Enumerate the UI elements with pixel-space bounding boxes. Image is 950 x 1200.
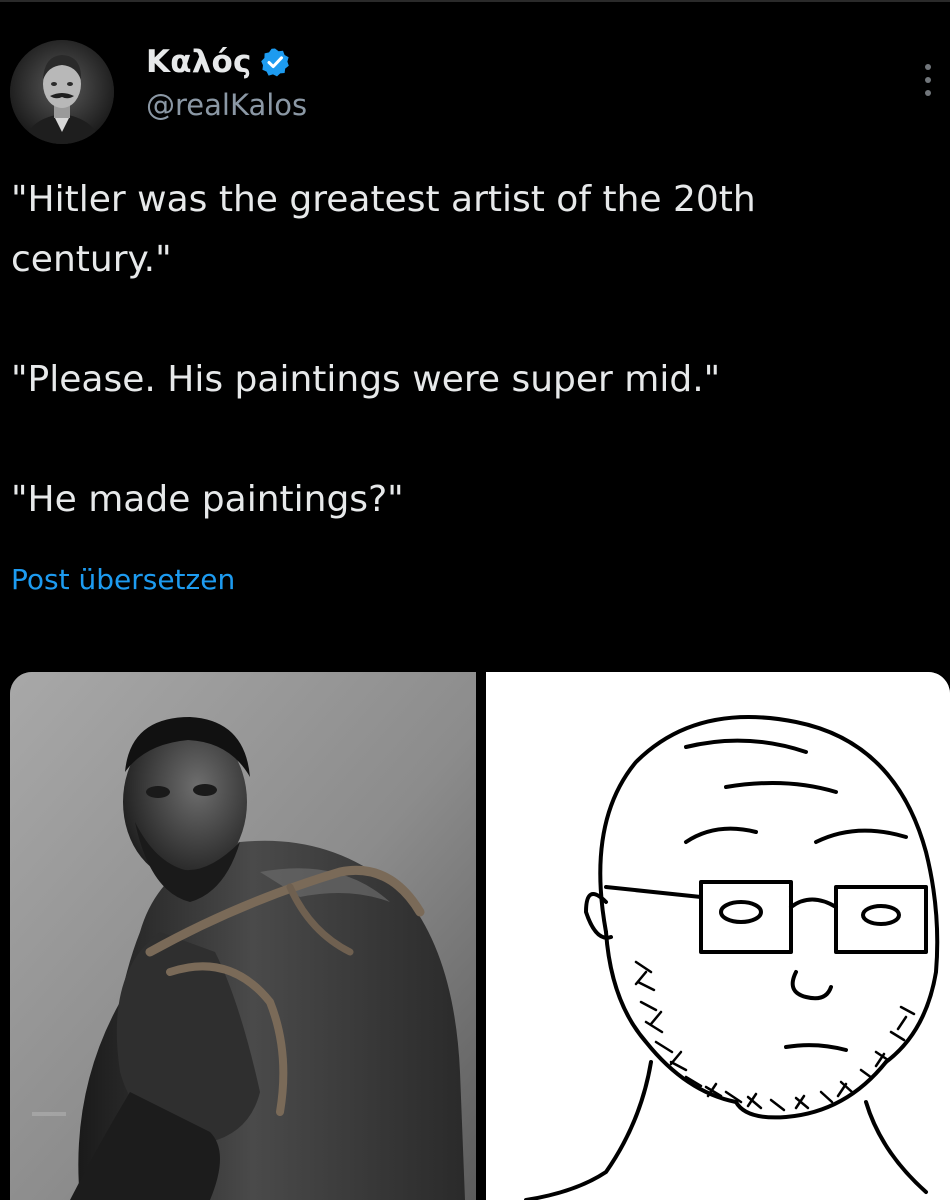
author-handle[interactable]: @realKalos: [146, 88, 307, 122]
tweet-media: [10, 672, 950, 1200]
gigachad-photo: [10, 672, 476, 1200]
top-divider: [0, 0, 950, 2]
media-image-right[interactable]: [486, 672, 950, 1200]
author-name-row[interactable]: Καλός: [146, 40, 290, 84]
verified-badge-icon: [260, 47, 290, 77]
author-display-name[interactable]: Καλός: [146, 44, 252, 80]
tweet-line: century.": [11, 239, 172, 280]
wojak-glasses-drawing: [486, 672, 950, 1200]
more-options-icon[interactable]: [920, 60, 940, 100]
translate-post-link[interactable]: Post übersetzen: [11, 563, 235, 596]
media-image-left[interactable]: [10, 672, 476, 1200]
tweet-text: "Hitler was the greatest artist of the 2…: [11, 170, 931, 530]
author-avatar[interactable]: [10, 40, 114, 144]
portrait-image: [10, 40, 114, 144]
tweet-line: "He made paintings?": [11, 479, 404, 520]
tweet-line: "Please. His paintings were super mid.": [11, 359, 721, 400]
tweet-line: "Hitler was the greatest artist of the 2…: [11, 179, 756, 220]
